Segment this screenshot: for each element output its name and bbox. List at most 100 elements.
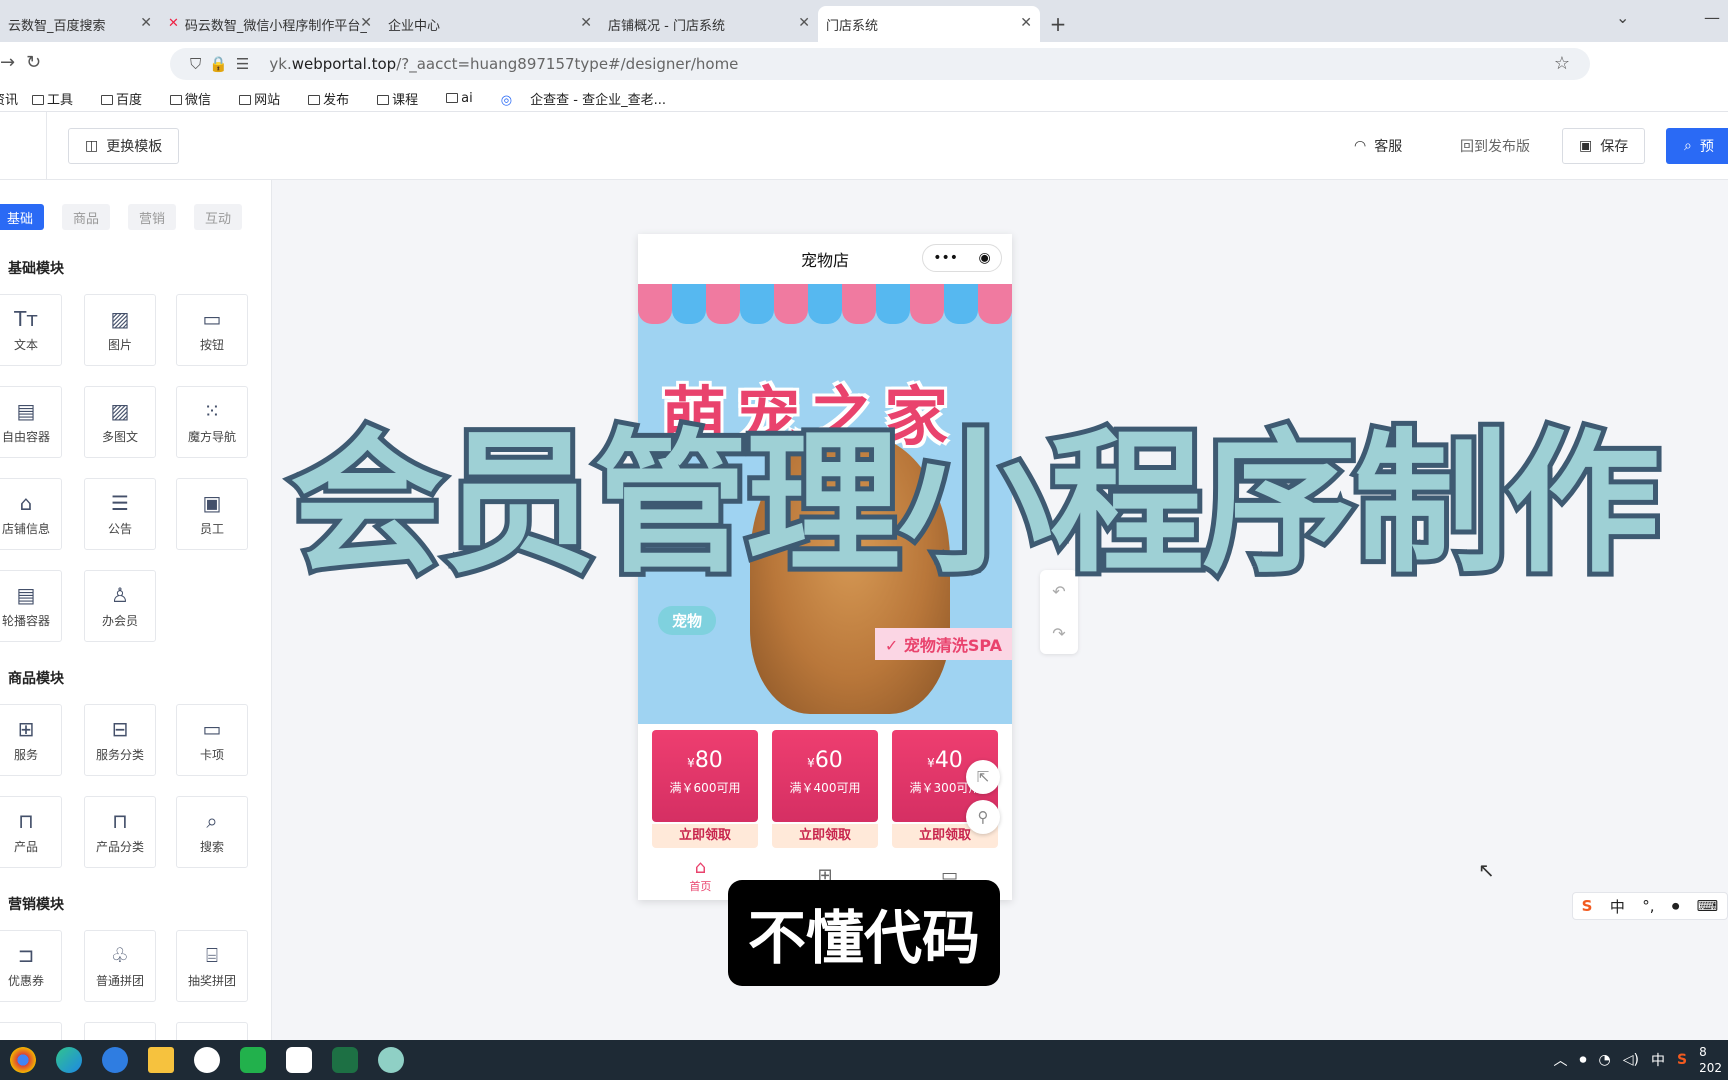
awning <box>638 284 1012 324</box>
reload-icon[interactable]: ↻ <box>26 52 41 73</box>
browser-tab[interactable]: 店铺概况 - 门店系统 ✕ <box>600 6 818 42</box>
redo-icon[interactable]: ↷ <box>1052 624 1065 643</box>
bookmark-folder[interactable]: 课程 <box>377 89 432 108</box>
component-notice[interactable]: ☰ 公告 <box>84 478 156 550</box>
chevron-down-icon[interactable]: ⌄ <box>1616 8 1629 27</box>
mini-program-capsule[interactable]: ••• ◉ <box>922 244 1002 272</box>
bookmark-folder[interactable]: 工具 <box>32 89 87 108</box>
component-more[interactable] <box>176 1022 248 1040</box>
component-product[interactable]: ⊓ 产品 <box>0 796 62 868</box>
ime-toolbar: S 中 °, ⏺ ⌨ <box>1572 892 1728 920</box>
chrome-icon[interactable] <box>0 1040 46 1080</box>
wifi-icon[interactable]: ◔ <box>1599 1052 1611 1068</box>
divider <box>46 112 47 180</box>
component-card[interactable]: ▭ 卡项 <box>176 704 248 776</box>
minimize-icon[interactable]: — <box>1704 8 1720 27</box>
design-canvas: 宠物店 ••• ◉ 萌宠之家 宠物 ✓ 宠物清洗SPA ¥80 满￥600可用 立… <box>272 180 1728 1040</box>
microphone-icon[interactable]: ⏺ <box>1672 897 1680 915</box>
url-field[interactable]: ⛉🔒☰ yk.webportal.top/?_aacct=huang897157… <box>170 48 1590 80</box>
bookmark-item[interactable]: 资讯 <box>0 89 18 108</box>
new-tab-button[interactable]: + <box>1040 6 1076 42</box>
preview-button[interactable]: ⌕ 预 <box>1666 128 1728 164</box>
component-coupon[interactable]: ⊐ 优惠券 <box>0 930 62 1002</box>
card-icon: ▭ <box>202 716 222 741</box>
tab-interaction[interactable]: 互动 <box>194 204 242 230</box>
browser-tab[interactable]: ✕ 码云数智_微信小程序制作平台_ ✕ <box>160 6 380 42</box>
change-template-button[interactable]: ◫ 更换模板 <box>68 128 180 164</box>
component-employee[interactable]: ▣ 员工 <box>176 478 248 550</box>
tab-goods[interactable]: 商品 <box>62 204 110 230</box>
site-favicon-icon: ✕ <box>168 16 179 31</box>
file-explorer-icon[interactable] <box>138 1040 184 1080</box>
bookmark-star-icon[interactable]: ☆ <box>1554 53 1570 74</box>
gift-icon: ⌸ <box>206 942 218 967</box>
more-icon: ••• <box>933 250 959 266</box>
keyboard-icon[interactable]: ⌨ <box>1697 897 1719 915</box>
bookmark-folder[interactable]: 百度 <box>101 89 156 108</box>
browser-tab[interactable]: 企业中心 ✕ <box>380 6 600 42</box>
close-icon[interactable]: ✕ <box>360 15 372 31</box>
browser-tab-active[interactable]: 门店系统 ✕ <box>818 6 1040 42</box>
component-service-category[interactable]: ⊟ 服务分类 <box>84 704 156 776</box>
close-icon[interactable]: ✕ <box>140 15 152 31</box>
component-lottery[interactable]: ⌸ 抽奖拼团 <box>176 930 248 1002</box>
component-grid-nav[interactable]: ⁙ 魔方导航 <box>176 386 248 458</box>
component-more[interactable] <box>84 1022 156 1040</box>
sogou-tray-icon[interactable]: S <box>1677 1052 1687 1068</box>
component-search[interactable]: ⌕ 搜索 <box>176 796 248 868</box>
section-title: 基础模块 <box>8 261 64 277</box>
bookmark-folder[interactable]: ai <box>446 91 487 106</box>
bookmark-folder[interactable]: 发布 <box>308 89 363 108</box>
section-title: 营销模块 <box>8 897 64 913</box>
tab-marketing[interactable]: 营销 <box>128 204 176 230</box>
sogou-icon[interactable]: S <box>1582 897 1593 915</box>
component-store-info[interactable]: ⌂ 店铺信息 <box>0 478 62 550</box>
component-product-category[interactable]: ⊓ 产品分类 <box>84 796 156 868</box>
share-icon[interactable]: ⇱ <box>966 760 1000 794</box>
edge-icon[interactable] <box>46 1040 92 1080</box>
browser-tab[interactable]: 云数智_百度搜索 ✕ <box>0 6 160 42</box>
component-carousel[interactable]: ▤ 轮播容器 <box>0 570 62 642</box>
banner-tag-right: ✓ 宠物清洗SPA <box>874 628 1012 660</box>
component-container[interactable]: ▤ 自由容器 <box>0 386 62 458</box>
close-icon[interactable]: ✕ <box>1020 15 1032 31</box>
product-icon: ⊓ <box>18 808 34 833</box>
component-image[interactable]: ▨ 图片 <box>84 294 156 366</box>
tab-basic[interactable]: 基础 <box>0 204 44 230</box>
component-more[interactable] <box>0 1022 62 1040</box>
address-bar-row: → ↻ ⛉🔒☰ yk.webportal.top/?_aacct=huang89… <box>0 42 1728 86</box>
wechat-icon[interactable] <box>230 1040 276 1080</box>
app-icon[interactable] <box>276 1040 322 1080</box>
sogou-browser-icon[interactable] <box>92 1040 138 1080</box>
microphone-icon[interactable]: ⏺ <box>1580 1052 1587 1068</box>
qq-icon[interactable] <box>184 1040 230 1080</box>
save-button[interactable]: ▣ 保存 <box>1562 128 1646 164</box>
clock[interactable]: 8 202 <box>1699 1044 1722 1076</box>
app-flower-icon[interactable] <box>368 1040 414 1080</box>
claim-button[interactable]: 立即领取 <box>772 824 878 848</box>
component-service[interactable]: ⊞ 服务 <box>0 704 62 776</box>
claim-button[interactable]: 立即领取 <box>652 824 758 848</box>
chevron-up-icon[interactable]: ︿ <box>1554 1050 1568 1070</box>
forward-icon[interactable]: → <box>0 52 15 73</box>
coupon-card[interactable]: ¥60 满￥400可用 <box>772 730 878 822</box>
tray-language[interactable]: 中 <box>1651 1050 1665 1070</box>
volume-icon[interactable]: ◁) <box>1623 1052 1639 1068</box>
back-to-published-button[interactable]: 回到发布版 <box>1460 136 1530 156</box>
punctuation-icon[interactable]: °, <box>1642 897 1654 915</box>
excel-icon[interactable] <box>322 1040 368 1080</box>
customer-service-button[interactable]: ◠ 客服 <box>1354 136 1402 156</box>
coupon-card[interactable]: ¥80 满￥600可用 <box>652 730 758 822</box>
ime-language[interactable]: 中 <box>1610 896 1625 917</box>
component-button[interactable]: ▭ 按钮 <box>176 294 248 366</box>
component-group-buy[interactable]: ♧ 普通拼团 <box>84 930 156 1002</box>
close-icon[interactable]: ✕ <box>798 15 810 31</box>
close-icon[interactable]: ✕ <box>580 15 592 31</box>
bookmark-folder[interactable]: 微信 <box>170 89 225 108</box>
bookmark-item[interactable]: ◎ 企查查 - 查企业_查老... <box>501 89 680 108</box>
component-member[interactable]: ♙ 办会员 <box>84 570 156 642</box>
component-text[interactable]: Tт 文本 <box>0 294 62 366</box>
bookmark-folder[interactable]: 网站 <box>239 89 294 108</box>
component-multi-image[interactable]: ▨ 多图文 <box>84 386 156 458</box>
link-icon[interactable]: ⚲ <box>966 800 1000 834</box>
